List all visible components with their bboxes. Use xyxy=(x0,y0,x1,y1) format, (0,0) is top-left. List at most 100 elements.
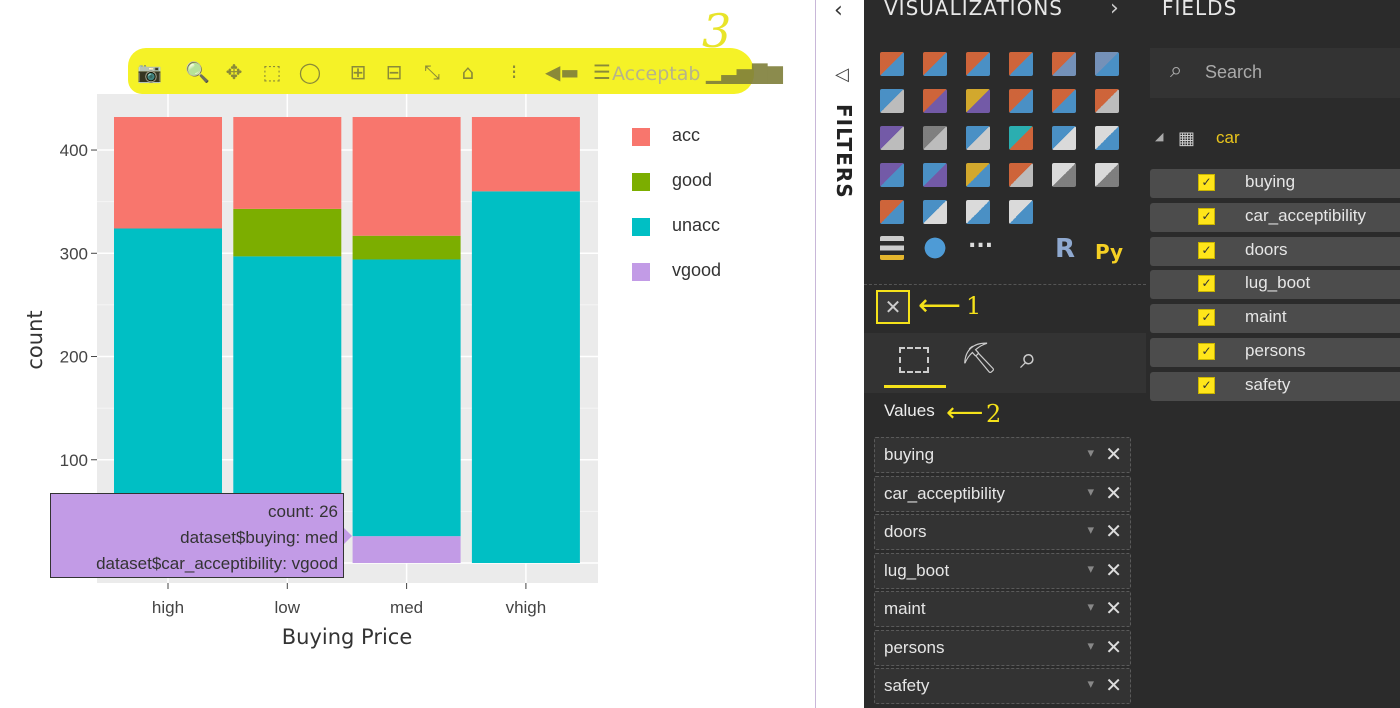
matrix-icon[interactable] xyxy=(1009,200,1033,224)
chevron-down-icon[interactable]: ▾ xyxy=(1087,600,1094,615)
treemap-icon[interactable] xyxy=(1052,126,1076,150)
selected-custom-visual-icon[interactable]: ✕ xyxy=(876,290,910,324)
field-checkbox[interactable]: ✓ xyxy=(1198,343,1215,360)
y-tick-label: 300 xyxy=(60,244,88,263)
field-checkbox[interactable]: ✓ xyxy=(1198,207,1215,225)
stacked-column-icon[interactable] xyxy=(923,52,947,76)
x-tick-label: high xyxy=(152,598,184,617)
scatter-icon[interactable] xyxy=(923,126,947,150)
remove-field-icon[interactable]: ✕ xyxy=(1105,519,1122,543)
field-label: maint xyxy=(1245,307,1287,327)
bar-unacc-low xyxy=(233,256,342,523)
card-icon[interactable] xyxy=(1052,163,1076,187)
remove-field-icon[interactable]: ✕ xyxy=(1105,558,1122,582)
field-checkbox[interactable]: ✓ xyxy=(1198,241,1215,259)
field-item-persons[interactable]: ✓ persons xyxy=(1150,338,1400,367)
search-icon: ⌕ xyxy=(1170,58,1183,83)
field-checkbox[interactable]: ✓ xyxy=(1198,174,1215,191)
slicer-icon[interactable] xyxy=(923,200,947,224)
values-well-item-label: buying xyxy=(884,445,935,464)
legend-label: good xyxy=(672,170,713,190)
r-visual-icon[interactable]: R xyxy=(1055,234,1075,264)
values-well-item-buying[interactable]: buying ▾ ✕ xyxy=(874,437,1131,473)
line-chart-icon[interactable] xyxy=(880,89,904,113)
tooltip-line-count: count: 26 xyxy=(268,502,338,521)
bar-vgood-med xyxy=(352,536,461,563)
python-visual-icon[interactable]: Py xyxy=(1095,240,1123,264)
remove-field-icon[interactable]: ✕ xyxy=(1105,442,1122,466)
chevron-left-icon[interactable]: ‹ xyxy=(834,0,843,23)
field-item-lug_boot[interactable]: ✓ lug_boot xyxy=(1150,270,1400,300)
values-well-item-car_acceptibility[interactable]: car_acceptibility ▾ ✕ xyxy=(874,475,1131,512)
arcgis-globe-icon[interactable] xyxy=(923,236,947,260)
waterfall-icon[interactable] xyxy=(880,126,904,150)
donut-chart-icon[interactable] xyxy=(1009,126,1033,150)
shape-map-icon[interactable] xyxy=(923,163,947,187)
annotation-2: 2 xyxy=(986,400,1002,428)
chevron-down-icon[interactable]: ▾ xyxy=(1087,677,1094,692)
chevron-down-icon[interactable]: ▾ xyxy=(1087,446,1094,461)
field-item-maint[interactable]: ✓ maint xyxy=(1150,304,1400,334)
tab-fields[interactable] xyxy=(884,333,946,388)
chevron-down-icon[interactable]: ▾ xyxy=(1087,485,1094,500)
remove-field-icon[interactable]: ✕ xyxy=(1105,481,1122,505)
format-paint-roller-icon[interactable]: ⛏ xyxy=(960,341,998,376)
remove-field-icon[interactable]: ✕ xyxy=(1105,596,1122,620)
bar-acc-med xyxy=(352,117,461,236)
line-clustered-column-icon[interactable] xyxy=(1052,89,1076,113)
pie-chart-icon[interactable] xyxy=(966,126,990,150)
area-chart-icon[interactable] xyxy=(923,89,947,113)
field-checkbox[interactable]: ✓ xyxy=(1198,309,1215,327)
tooltip-line-acceptability: dataset$car_acceptibility: vgood xyxy=(96,554,338,573)
more-visuals-icon[interactable]: ... xyxy=(968,228,993,253)
values-well-item-lug_boot[interactable]: lug_boot ▾ ✕ xyxy=(874,552,1131,589)
remove-field-icon[interactable]: ✕ xyxy=(1105,635,1122,659)
bar-good-med xyxy=(352,235,461,260)
fields-tab-icon xyxy=(899,347,929,373)
values-well-item-doors[interactable]: doors ▾ ✕ xyxy=(874,514,1131,550)
chevron-right-icon[interactable]: › xyxy=(1110,0,1119,21)
funnel-icon[interactable] xyxy=(966,163,990,187)
values-well-item-safety[interactable]: safety ▾ ✕ xyxy=(874,668,1131,704)
table-name-car[interactable]: car xyxy=(1216,128,1240,148)
report-formatting-icon[interactable] xyxy=(880,236,904,260)
kpi-icon[interactable] xyxy=(880,200,904,224)
tooltip-line-buying: dataset$buying: med xyxy=(180,528,338,547)
values-well-item-persons[interactable]: persons ▾ ✕ xyxy=(874,629,1131,666)
remove-field-icon[interactable]: ✕ xyxy=(1105,673,1122,697)
table-icon[interactable] xyxy=(966,200,990,224)
chevron-down-icon[interactable]: ▾ xyxy=(1087,523,1094,538)
100-stacked-bar-icon[interactable] xyxy=(1052,52,1076,76)
chevron-down-icon[interactable]: ▾ xyxy=(1087,562,1094,577)
legend-swatch xyxy=(632,263,650,281)
filled-map-icon[interactable] xyxy=(880,163,904,187)
stacked-bar-icon[interactable] xyxy=(880,52,904,76)
table-expand-icon[interactable]: ◢ xyxy=(1155,130,1163,143)
fields-search-box[interactable]: ⌕ Search xyxy=(1150,48,1400,98)
chevron-down-icon[interactable]: ▾ xyxy=(1087,639,1094,654)
ribbon-chart-icon[interactable] xyxy=(1095,89,1119,113)
filters-label: FILTERS xyxy=(832,104,856,199)
filters-pane-collapsed[interactable]: ‹ ◁ FILTERS xyxy=(816,0,864,708)
field-item-car_acceptibility[interactable]: ✓ car_acceptibility xyxy=(1150,202,1400,232)
field-item-buying[interactable]: ✓ buying xyxy=(1150,169,1400,198)
field-item-doors[interactable]: ✓ doors xyxy=(1150,236,1400,266)
line-column-icon[interactable] xyxy=(1009,89,1033,113)
field-item-safety[interactable]: ✓ safety xyxy=(1150,371,1400,401)
gauge-icon[interactable] xyxy=(1009,163,1033,187)
field-checkbox[interactable]: ✓ xyxy=(1198,275,1215,293)
map-icon[interactable] xyxy=(1095,126,1119,150)
analytics-magnifier-icon[interactable]: ⌕ xyxy=(1020,341,1037,376)
values-well-item-maint[interactable]: maint ▾ ✕ xyxy=(874,591,1131,627)
x-tick-label: vhigh xyxy=(506,598,547,617)
stacked-area-icon[interactable] xyxy=(966,89,990,113)
multi-row-card-icon[interactable] xyxy=(1095,163,1119,187)
100-stacked-column-icon[interactable] xyxy=(1095,52,1119,76)
field-checkbox[interactable]: ✓ xyxy=(1198,376,1215,394)
clustered-bar-icon[interactable] xyxy=(966,52,990,76)
table-icon: ▦ xyxy=(1178,128,1196,149)
values-well-item-label: persons xyxy=(884,637,945,657)
clustered-column-icon[interactable] xyxy=(1009,52,1033,76)
y-axis-title: count xyxy=(23,310,47,369)
search-input[interactable]: Search xyxy=(1205,62,1262,83)
